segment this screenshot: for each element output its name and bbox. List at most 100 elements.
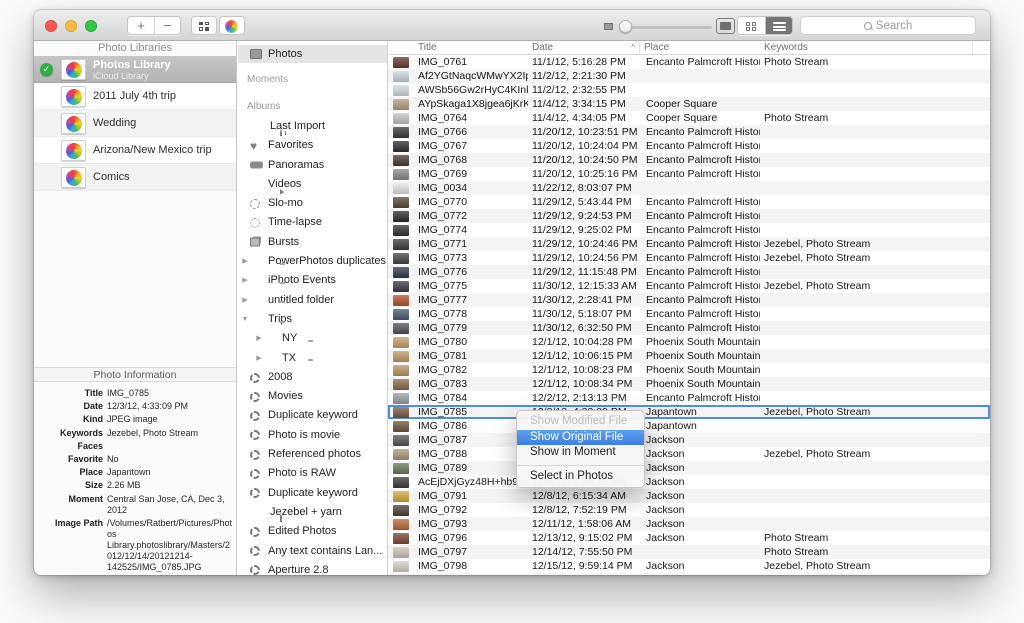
photo-thumbnail — [393, 281, 409, 292]
disclosure-collapsed-icon[interactable]: ▶ — [240, 252, 250, 271]
table-row[interactable]: IMG_079212/8/12, 7:52:19 PMJackson — [388, 503, 990, 517]
table-row[interactable]: IMG_078212/1/12, 10:08:23 PMPhoenix Sout… — [388, 363, 990, 377]
album-item[interactable]: Photo is RAW — [238, 464, 387, 483]
album-item[interactable]: Bursts — [238, 233, 387, 252]
table-row[interactable]: IMG_003411/22/12, 8:03:07 PM — [388, 181, 990, 195]
album-item[interactable]: Slo-mo — [238, 194, 387, 213]
album-item[interactable]: ▶NY — [238, 329, 387, 348]
album-item[interactable]: Photo is movie — [238, 426, 387, 445]
table-row[interactable]: IMG_078112/1/12, 10:06:15 PMPhoenix Sout… — [388, 349, 990, 363]
grid-view-button[interactable] — [738, 17, 765, 34]
sidebar-item-moments[interactable]: Moments — [238, 73, 387, 87]
table-row[interactable]: IMG_079612/13/12, 9:15:02 PMJacksonPhoto… — [388, 531, 990, 545]
table-row[interactable]: Af2YGtNaqcWMwYX2Ipy...11/2/12, 2:21:30 P… — [388, 69, 990, 83]
album-item[interactable]: Referenced photos — [238, 445, 387, 464]
table-row[interactable]: IMG_077311/29/12, 10:24:56 PMEncanto Pal… — [388, 251, 990, 265]
table-row[interactable]: IMG_076411/4/12, 4:34:05 PMCooper Square… — [388, 111, 990, 125]
menu-item-show-original-file[interactable]: Show Original File — [517, 430, 644, 446]
table-row[interactable]: IMG_077711/30/12, 2:28:41 PMEncanto Palm… — [388, 293, 990, 307]
album-item[interactable]: ▶ TX — [238, 349, 387, 368]
album-item[interactable]: Videos — [238, 175, 387, 194]
merge-browser-button[interactable] — [191, 16, 217, 35]
table-row[interactable]: IMG_078412/2/12, 2:13:13 PMEncanto Palmc… — [388, 391, 990, 405]
album-item[interactable]: 2008 — [238, 368, 387, 387]
title-cell: IMG_0761 — [414, 55, 528, 69]
table-row[interactable]: IMG_077511/30/12, 12:15:33 AMEncanto Pal… — [388, 279, 990, 293]
thumbnail-size-slider-track[interactable] — [619, 26, 712, 29]
table-row[interactable]: IMG_079112/8/12, 6:15:34 AMJackson — [388, 489, 990, 503]
disclosure-collapsed-icon[interactable]: ▶ — [240, 271, 250, 290]
table-row[interactable]: IMG_077111/29/12, 10:24:46 PMEncanto Pal… — [388, 237, 990, 251]
table-row[interactable]: IMG_078012/1/12, 10:04:28 PMPhoenix Sout… — [388, 335, 990, 349]
table-row[interactable]: IMG_076911/20/12, 10:25:16 PMEncanto Pal… — [388, 167, 990, 181]
album-item[interactable]: ♥Favorites — [238, 136, 387, 155]
album-item[interactable]: Aperture 2.8 — [238, 561, 387, 575]
library-item[interactable]: Comics — [34, 164, 236, 191]
add-library-button[interactable]: + — [128, 17, 154, 34]
album-item[interactable]: Panoramas — [238, 156, 387, 175]
disclosure-collapsed-icon[interactable]: ▶ — [254, 329, 264, 348]
table-row[interactable]: AcEjDXjGyz48H+hb9ovu...12/8/12, 5:58:10 … — [388, 475, 990, 489]
list-view-button[interactable] — [765, 17, 792, 34]
album-item[interactable]: Duplicate keyword — [238, 484, 387, 503]
table-row[interactable]: IMG_0789Jackson — [388, 461, 990, 475]
table-row[interactable]: IMG_079812/15/12, 9:59:14 PMJacksonJezeb… — [388, 559, 990, 573]
album-item[interactable]: Any text contains Lan... — [238, 542, 387, 561]
disclosure-collapsed-icon[interactable]: ▶ — [254, 349, 264, 368]
album-item[interactable]: ▶PowerPhotos duplicates — [238, 252, 387, 271]
table-row[interactable]: IMG_077411/29/12, 9:25:02 PMEncanto Palm… — [388, 223, 990, 237]
table-row[interactable]: IMG_078312/1/12, 10:08:34 PMPhoenix Sout… — [388, 377, 990, 391]
library-item[interactable]: Wedding — [34, 110, 236, 137]
open-in-photos-button[interactable] — [219, 16, 245, 35]
keywords-column-header[interactable]: Keywords — [760, 41, 973, 54]
table-row[interactable]: IMG_077611/29/12, 11:15:48 PMEncanto Pal… — [388, 265, 990, 279]
sort-ascending-icon: ^ — [631, 41, 635, 54]
album-item-label: TX — [282, 352, 296, 364]
menu-item-select-in-photos[interactable]: Select in Photos — [517, 469, 644, 485]
sidebar-item-photos[interactable]: Photos — [238, 45, 387, 63]
table-row[interactable]: IMG_076811/20/12, 10:24:50 PMEncanto Pal… — [388, 153, 990, 167]
disclosure-expanded-icon[interactable]: ▼ — [240, 310, 250, 329]
album-item[interactable]: Duplicate keyword — [238, 406, 387, 425]
close-window-button[interactable] — [45, 20, 57, 32]
table-row[interactable]: AWSb56Gw2rHyC4KInk...11/2/12, 2:32:55 PM — [388, 83, 990, 97]
table-row[interactable]: IMG_076711/20/12, 10:24:04 PMEncanto Pal… — [388, 139, 990, 153]
album-item[interactable]: Movies — [238, 387, 387, 406]
table-row[interactable]: IMG_0788JacksonJezebel, Photo Stream — [388, 447, 990, 461]
album-item[interactable]: Last Import — [238, 117, 387, 136]
library-item[interactable]: ✓Photos LibraryiCloud Library — [34, 56, 236, 83]
place-column-header[interactable]: Place — [640, 41, 760, 54]
table-row[interactable]: IMG_079712/14/12, 7:55:50 PMPhoto Stream — [388, 545, 990, 559]
keywords-cell — [760, 209, 973, 223]
table-row[interactable]: IMG_077811/30/12, 5:18:07 PMEncanto Palm… — [388, 307, 990, 321]
table-row[interactable]: IMG_078512/3/12, 4:33:09 PMJapantownJeze… — [388, 405, 990, 419]
table-row[interactable]: IMG_077211/29/12, 9:24:53 PMEncanto Palm… — [388, 209, 990, 223]
library-item[interactable]: 2011 July 4th trip — [34, 83, 236, 110]
table-row[interactable]: IMG_076611/20/12, 10:23:51 PMEncanto Pal… — [388, 125, 990, 139]
date-column-header[interactable]: Date ^ — [528, 41, 640, 54]
table-row[interactable]: IMG_077011/29/12, 5:43:44 PMEncanto Palm… — [388, 195, 990, 209]
table-row[interactable]: IMG_0787Jackson — [388, 433, 990, 447]
thumbnail-size-slider-knob[interactable] — [619, 20, 632, 33]
library-item[interactable]: Arizona/New Mexico trip — [34, 137, 236, 164]
minimize-window-button[interactable] — [65, 20, 77, 32]
album-item[interactable]: Time-lapse — [238, 213, 387, 232]
album-item[interactable]: Jezebel + yarn — [238, 503, 387, 522]
album-item[interactable]: ▶iPhoto Events — [238, 271, 387, 290]
search-field[interactable]: Search — [800, 16, 976, 35]
table-row[interactable]: AYpSkaga1X8jgea6jKrKu...11/4/12, 3:34:15… — [388, 97, 990, 111]
album-item[interactable]: Edited Photos — [238, 522, 387, 541]
table-row[interactable]: IMG_077911/30/12, 6:32:50 PMEncanto Palm… — [388, 321, 990, 335]
title-cell: IMG_0797 — [414, 545, 528, 559]
spare-cell — [973, 503, 990, 517]
menu-item-show-in-moment[interactable]: Show in Moment — [517, 445, 644, 461]
table-row[interactable]: IMG_076111/1/12, 5:16:28 PMEncanto Palmc… — [388, 55, 990, 69]
title-column-header[interactable]: Title — [414, 41, 528, 54]
album-item[interactable]: ▶untitled folder — [238, 291, 387, 310]
table-row[interactable]: IMG_0786Japantown — [388, 419, 990, 433]
zoom-window-button[interactable] — [85, 20, 97, 32]
remove-library-button[interactable]: − — [154, 17, 180, 34]
disclosure-collapsed-icon[interactable]: ▶ — [240, 291, 250, 310]
album-item[interactable]: ▼Trips — [238, 310, 387, 329]
table-row[interactable]: IMG_079312/11/12, 1:58:06 AMJackson — [388, 517, 990, 531]
